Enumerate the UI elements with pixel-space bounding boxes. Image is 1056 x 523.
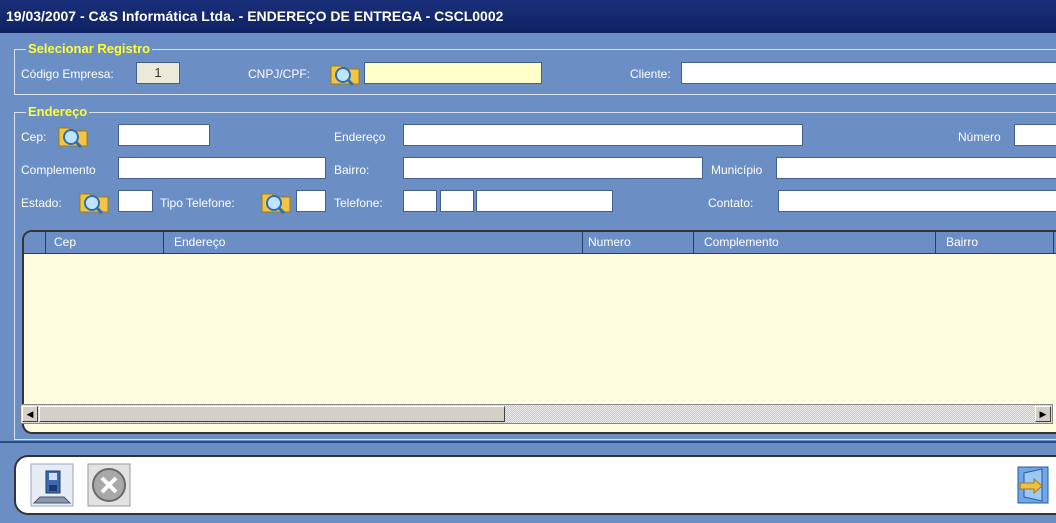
estado-field[interactable]: [118, 190, 153, 212]
endereco-legend: Endereço: [26, 104, 90, 119]
grid-col-complemento[interactable]: Complemento: [694, 232, 936, 253]
contato-label: Contato:: [708, 196, 754, 210]
grid-horizontal-scrollbar[interactable]: ◀ ▶: [20, 404, 1053, 424]
telefone-numero-field[interactable]: [476, 190, 613, 212]
endereco-field[interactable]: [403, 124, 803, 146]
codigo-empresa-label: Código Empresa:: [21, 67, 114, 81]
grid-col-numero[interactable]: Numero: [583, 232, 694, 253]
exit-door-icon[interactable]: [1014, 463, 1054, 507]
save-disk-icon[interactable]: [30, 463, 74, 507]
bairro-field[interactable]: [403, 157, 703, 179]
separator: [0, 441, 1056, 443]
tipo-telefone-label: Tipo Telefone:: [160, 196, 235, 210]
grid-header-corner: [24, 232, 46, 253]
grid-col-cep[interactable]: Cep: [46, 232, 164, 253]
cnpj-cpf-field[interactable]: [364, 62, 542, 84]
bairro-label: Bairro:: [334, 163, 370, 177]
codigo-empresa-field[interactable]: 1: [136, 62, 180, 84]
grid-col-bairro[interactable]: Bairro: [936, 232, 1054, 253]
bottom-toolbar: [14, 455, 1056, 515]
scroll-left-arrow-icon[interactable]: ◀: [22, 406, 38, 422]
scroll-thumb[interactable]: [39, 406, 505, 422]
telefone-label: Telefone:: [334, 196, 383, 210]
numero-field[interactable]: [1014, 124, 1056, 146]
tipo-telefone-lookup-icon[interactable]: [258, 188, 294, 214]
municipio-field[interactable]: [776, 157, 1056, 179]
estado-label: Estado:: [21, 196, 62, 210]
contato-field[interactable]: [778, 190, 1056, 212]
cnpj-cpf-label: CNPJ/CPF:: [248, 67, 311, 81]
telefone-ddi-field[interactable]: [403, 190, 437, 212]
estado-lookup-icon[interactable]: [76, 188, 112, 214]
cep-field[interactable]: [118, 124, 210, 146]
municipio-label: Município: [711, 163, 763, 177]
complemento-field[interactable]: [118, 157, 326, 179]
telefone-ddd-field[interactable]: [440, 190, 474, 212]
selecionar-registro-legend: Selecionar Registro: [26, 41, 153, 56]
endereco-label: Endereço: [334, 130, 386, 144]
cep-lookup-icon[interactable]: [55, 122, 91, 148]
grid-col-endereco[interactable]: Endereço: [164, 232, 583, 253]
tipo-telefone-field[interactable]: [296, 190, 326, 212]
cliente-label: Cliente:: [630, 67, 671, 81]
cliente-field[interactable]: [681, 62, 1056, 84]
cnpj-lookup-icon[interactable]: [327, 60, 363, 86]
cancel-x-icon[interactable]: [87, 463, 131, 507]
grid-header: Cep Endereço Numero Complemento Bairro: [24, 232, 1056, 254]
window-title: 19/03/2007 - C&S Informática Ltda. - END…: [0, 0, 1056, 33]
cep-label: Cep:: [21, 130, 47, 144]
scroll-right-arrow-icon[interactable]: ▶: [1035, 406, 1051, 422]
numero-label: Número: [958, 130, 1001, 144]
complemento-label: Complemento: [21, 163, 96, 177]
